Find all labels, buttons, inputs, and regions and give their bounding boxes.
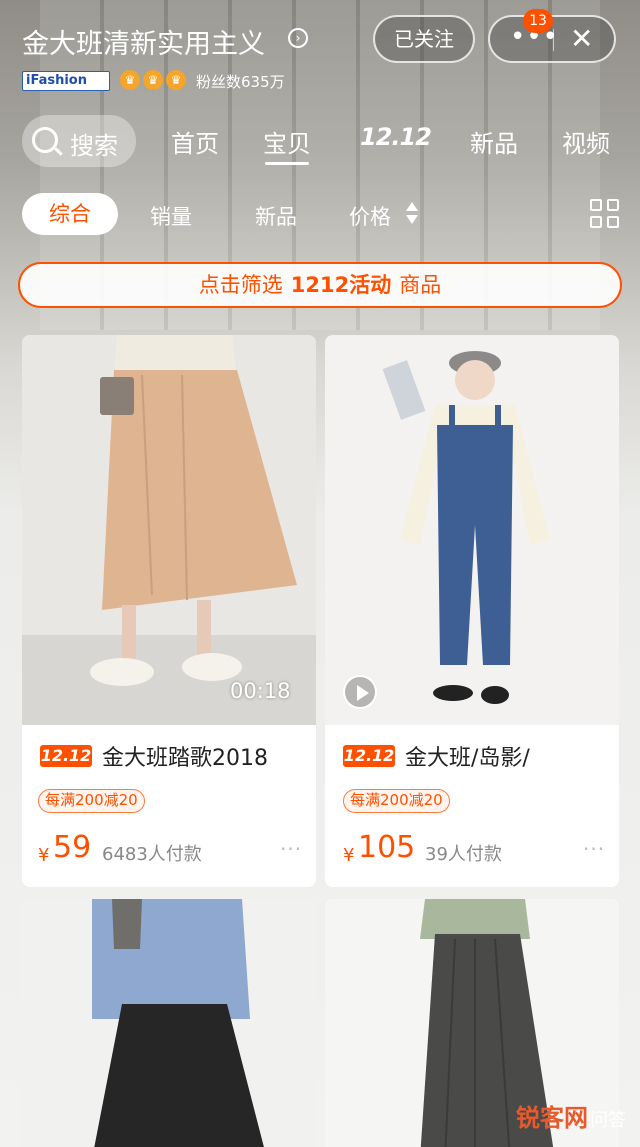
crown-icon: ♛ — [166, 70, 186, 90]
currency-symbol: ¥ — [38, 845, 50, 866]
activity-filter-banner[interactable]: 点击筛选 1212活动 商品 — [18, 262, 622, 308]
tab-1212[interactable]: 12.12 — [360, 123, 432, 151]
tab-home[interactable]: 首页 — [171, 124, 219, 159]
product-title: 金大班/岛影/ — [405, 746, 530, 771]
product-card[interactable] — [22, 899, 316, 1147]
banner-suffix: 商品 — [399, 273, 442, 297]
promo-badge: 每满200减20 — [343, 789, 450, 813]
filter-comprehensive[interactable]: 综合 — [22, 193, 118, 235]
filter-sales[interactable]: 销量 — [150, 201, 192, 231]
close-icon[interactable]: ✕ — [570, 19, 593, 59]
store-info-chevron-icon[interactable]: › — [288, 28, 308, 48]
crown-icon: ♛ — [143, 70, 163, 90]
watermark: 锐客网 问答 — [516, 1098, 626, 1133]
store-name[interactable]: 金大班清新实用主义 — [22, 22, 265, 61]
follow-button[interactable]: 已关注 — [373, 15, 475, 63]
product-price: 105 — [358, 830, 416, 865]
notification-badge: 13 — [523, 9, 553, 33]
search-icon — [32, 127, 58, 153]
product-title: 金大班踏歌2018 — [102, 746, 268, 771]
sold-count: 6483人付款 — [102, 844, 202, 865]
sold-count: 39人付款 — [425, 844, 502, 865]
search-label: 搜索 — [70, 132, 118, 160]
product-price: 59 — [53, 830, 92, 865]
video-duration: 00:18 — [230, 679, 291, 703]
watermark-suffix: 问答 — [590, 1110, 626, 1131]
filter-new[interactable]: 新品 — [255, 201, 297, 231]
tab-video[interactable]: 视频 — [562, 124, 610, 159]
promo-badge: 每满200减20 — [38, 789, 145, 813]
crown-icon: ♛ — [120, 70, 140, 90]
tab-products[interactable]: 宝贝 — [263, 124, 311, 165]
play-icon[interactable] — [343, 675, 377, 709]
product-card[interactable]: 12.12 金大班/岛影/ 每满200减20 ¥ 105 39人付款 ··· — [325, 335, 619, 887]
capsule-divider — [553, 29, 554, 51]
watermark-brand: 锐客网 — [516, 1104, 588, 1132]
banner-prefix: 点击筛选 — [198, 273, 283, 297]
grid-view-icon[interactable] — [590, 199, 620, 229]
event-1212-tag: 12.12 — [343, 745, 395, 767]
product-image[interactable] — [325, 335, 619, 725]
sort-icon[interactable] — [406, 202, 418, 226]
currency-symbol: ¥ — [343, 845, 355, 866]
filter-price[interactable]: 价格 — [349, 201, 391, 231]
search-button[interactable]: 搜索 — [22, 115, 136, 167]
event-1212-tag: 12.12 — [40, 745, 92, 767]
more-options-icon[interactable]: ··· — [280, 837, 302, 861]
more-options-icon[interactable]: ··· — [583, 837, 605, 861]
banner-highlight: 1212活动 — [290, 273, 392, 297]
tab-new[interactable]: 新品 — [470, 124, 518, 159]
product-card[interactable]: 00:18 12.12 金大班踏歌2018 每满200减20 ¥ 59 6483… — [22, 335, 316, 887]
product-image[interactable]: 00:18 — [22, 335, 316, 725]
fans-count: 粉丝数635万 — [196, 73, 285, 91]
ifashion-badge: iFashion — [22, 71, 110, 91]
product-image[interactable] — [22, 899, 316, 1147]
